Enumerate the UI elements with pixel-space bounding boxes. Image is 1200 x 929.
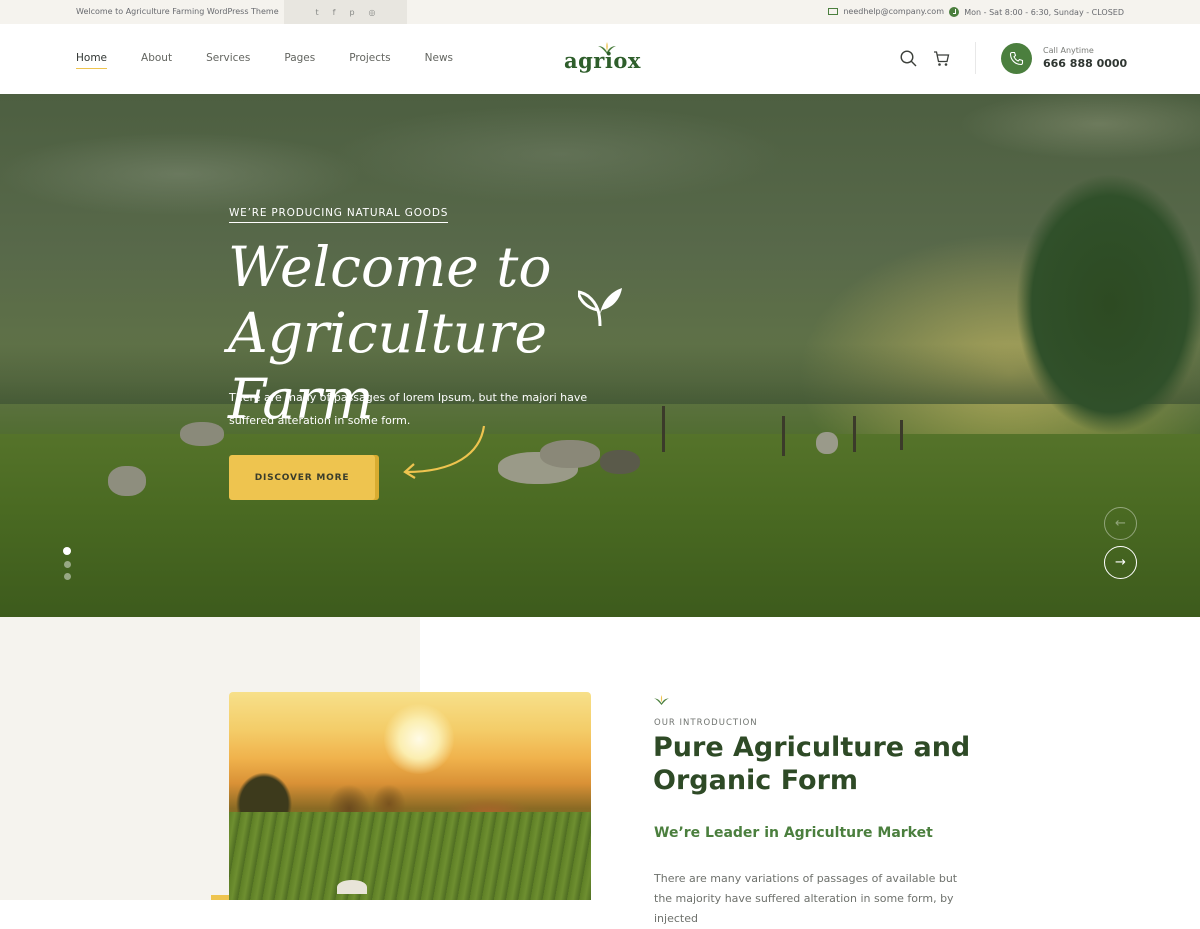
- social-links: t f p ◎: [284, 0, 407, 24]
- slide-dot-1[interactable]: [63, 547, 71, 555]
- facebook-icon[interactable]: f: [333, 8, 336, 17]
- top-bar: Welcome to Agriculture Farming WordPress…: [0, 0, 1200, 24]
- nav-item-pages[interactable]: Pages: [284, 52, 315, 64]
- call-label: Call Anytime: [1043, 46, 1094, 55]
- email-contact[interactable]: needhelp@company.com: [828, 7, 944, 16]
- slide-prev-button[interactable]: ←: [1104, 507, 1137, 540]
- nav-item-home[interactable]: Home: [76, 52, 108, 69]
- phone-icon: [1009, 51, 1024, 66]
- crop-field: [229, 812, 591, 900]
- opening-hours: Mon - Sat 8:00 - 6:30, Sunday - CLOSED: [949, 7, 1124, 17]
- header-divider: [975, 42, 976, 74]
- hours-text: Mon - Sat 8:00 - 6:30, Sunday - CLOSED: [964, 7, 1124, 17]
- search-icon[interactable]: [900, 50, 917, 67]
- nav-item-projects[interactable]: Projects: [349, 52, 390, 64]
- site-logo[interactable]: agriox: [564, 48, 641, 73]
- twitter-icon[interactable]: t: [315, 8, 318, 17]
- slide-next-button[interactable]: →: [1104, 546, 1137, 579]
- pinterest-icon[interactable]: p: [349, 8, 354, 17]
- intro-image: [229, 692, 591, 900]
- discover-more-button[interactable]: DISCOVER MORE: [229, 455, 375, 500]
- farmer-hat: [337, 880, 367, 894]
- slide-dot-2[interactable]: [64, 561, 71, 568]
- hero-slider: WE’RE PRODUCING NATURAL GOODS Welcome to…: [0, 94, 1200, 617]
- nav-item-services[interactable]: Services: [206, 52, 250, 64]
- sheep: [180, 422, 224, 446]
- leaf-icon: [654, 695, 669, 705]
- email-text[interactable]: needhelp@company.com: [843, 7, 944, 16]
- curved-arrow-icon: [403, 425, 486, 479]
- decorative-chip: [211, 895, 229, 900]
- hero-tagline: WE’RE PRODUCING NATURAL GOODS: [229, 207, 449, 223]
- sheep: [600, 450, 640, 474]
- call-button[interactable]: [1001, 43, 1032, 74]
- call-number[interactable]: 666 888 0000: [1043, 57, 1127, 70]
- slide-dot-3[interactable]: [64, 573, 71, 580]
- intro-description: There are many variations of passages of…: [654, 872, 958, 925]
- fence-post: [782, 416, 785, 456]
- nav-item-about[interactable]: About: [141, 52, 172, 64]
- intro-subtitle: We’re Leader in Agriculture Market: [654, 825, 933, 841]
- welcome-text: Welcome to Agriculture Farming WordPress…: [76, 7, 279, 16]
- sheep: [816, 432, 838, 454]
- nav-item-news[interactable]: News: [425, 52, 453, 64]
- sheep: [108, 466, 146, 496]
- mail-icon: [828, 8, 839, 15]
- main-header: Home About Services Pages Projects News …: [0, 24, 1200, 94]
- intro-tagline: OUR INTRODUCTION: [654, 718, 758, 728]
- fence-post: [900, 420, 903, 450]
- clock-icon: [949, 7, 960, 17]
- main-nav: Home About Services Pages Projects News: [76, 52, 487, 69]
- instagram-icon[interactable]: ◎: [369, 8, 376, 17]
- hero-tree: [960, 94, 1200, 494]
- sheep: [540, 440, 600, 468]
- cart-icon[interactable]: [933, 51, 950, 67]
- intro-title: Pure Agriculture and Organic Form: [653, 732, 971, 796]
- fence-post: [853, 416, 856, 452]
- sprout-icon: [578, 288, 622, 326]
